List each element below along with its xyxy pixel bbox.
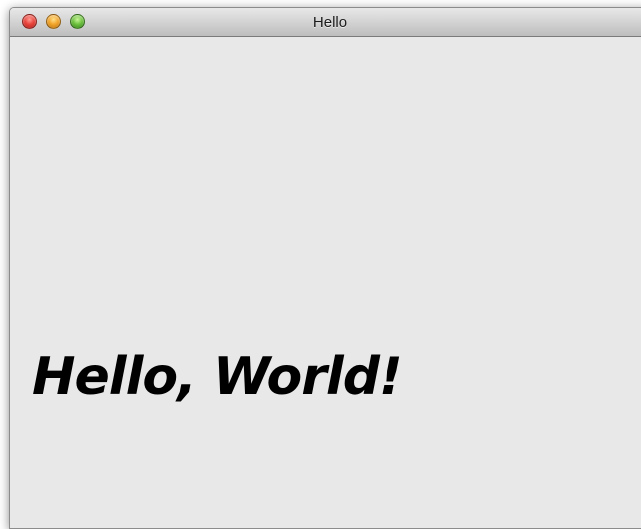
hello-world-label: Hello, World! <box>32 347 403 407</box>
window-title: Hello <box>312 14 348 31</box>
app-window: Hello Hello, World! <box>9 7 641 529</box>
window-content: Hello, World! <box>10 37 641 528</box>
title-bar[interactable]: Hello <box>10 8 641 37</box>
